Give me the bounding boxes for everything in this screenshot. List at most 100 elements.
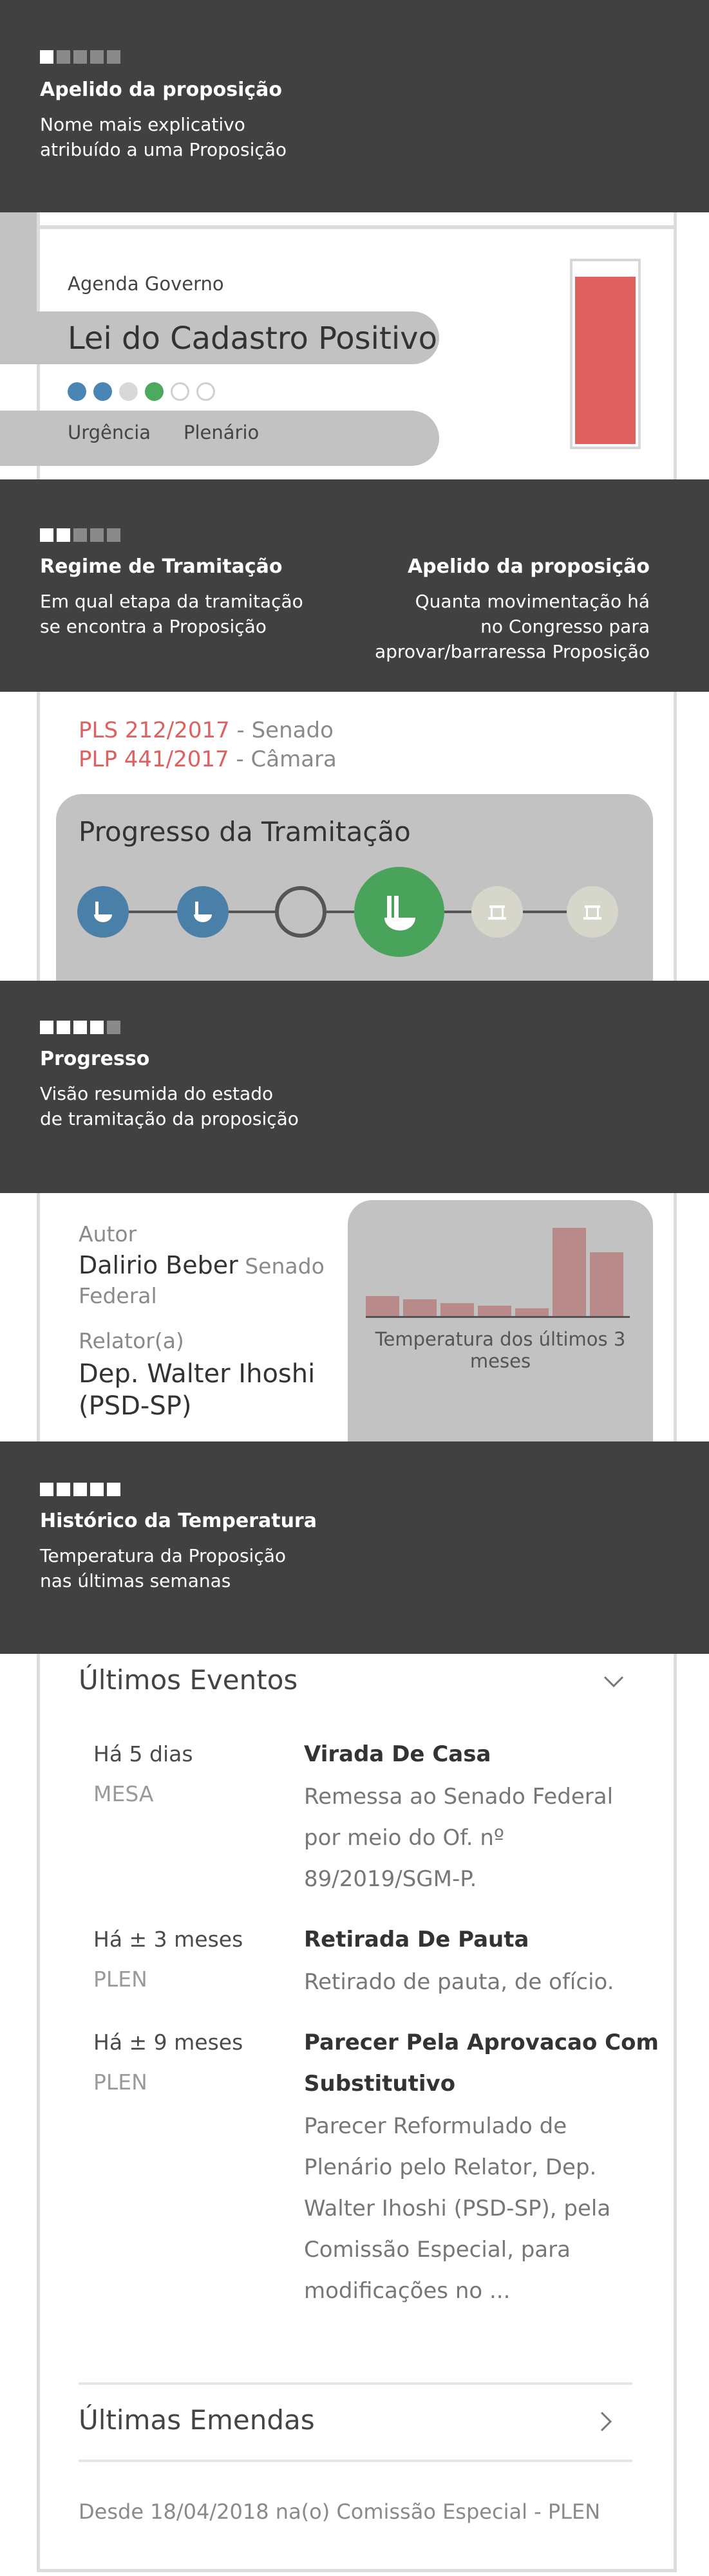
tour-text-line: Em qual etapa da tramitação: [40, 591, 303, 612]
tour-step-square: [107, 50, 120, 64]
progress-stage-empty: [275, 886, 326, 938]
event-date: Há ± 3 meses: [93, 1927, 243, 1952]
tour-step-square: [73, 50, 87, 64]
tour-step-square: [57, 50, 70, 64]
tour-step-square: [40, 528, 53, 542]
temperature-axis: [366, 1316, 630, 1318]
temperature-bar: [590, 1252, 623, 1316]
temperature-bar: [478, 1305, 511, 1316]
tour-text-line: Nome mais explicativo: [40, 114, 245, 135]
tour-step-square: [90, 50, 104, 64]
stage-label: Plenário: [184, 422, 260, 443]
tour-step-square: [73, 1021, 87, 1034]
proposition-code[interactable]: PLS 212/2017: [79, 718, 230, 743]
events-title: Últimos Eventos: [79, 1664, 298, 1696]
tour-text-line: Temperatura da Proposição: [40, 1545, 287, 1566]
temperature-gauge: [570, 259, 641, 449]
sanction-icon: [483, 898, 511, 926]
event-desc-line: Remessa ao Senado Federal: [304, 1784, 614, 1810]
event-title-line: Substitutivo: [304, 2071, 456, 2097]
tour-overlay-regime: Regime de Tramitação Em qual etapa da tr…: [0, 479, 709, 692]
proposition-code[interactable]: PLP 441/2017: [79, 746, 229, 772]
rapporteur-label: Relator(a): [79, 1328, 184, 1353]
tour-step-square: [40, 50, 53, 64]
temperature-gauge-fill: [575, 276, 636, 444]
author-block: Dalirio Beber Senado Federal: [79, 1251, 336, 1310]
header-top-border: [37, 225, 677, 229]
event-date: Há ± 9 meses: [93, 2030, 243, 2055]
tour-step-indicator: [40, 1021, 120, 1034]
tour-step-square: [40, 1483, 53, 1496]
event-title-line: Parecer Pela Aprovacao Com: [304, 2030, 659, 2055]
temperature-bar: [366, 1295, 399, 1316]
temperature-bar: [515, 1308, 549, 1316]
tour-overlay-nickname: Apelido da proposição Nome mais explicat…: [0, 0, 709, 212]
tour-step-square: [90, 1021, 104, 1034]
urgency-dot: [145, 382, 164, 401]
urgency-dot: [171, 382, 189, 401]
proposition-house: - Câmara: [229, 746, 337, 772]
progress-stage-future: [471, 886, 523, 938]
temperature-bar: [440, 1303, 474, 1316]
temperature-bar: [553, 1228, 586, 1316]
tour-text-line: no Congresso para: [480, 616, 650, 637]
tour-step-square: [57, 1483, 70, 1496]
proposition-id-chamber[interactable]: PLP 441/2017 - Câmara: [79, 746, 337, 772]
amendments-footer: Desde 18/04/2018 na(o) Comissão Especial…: [79, 2499, 601, 2524]
proposition-nickname: Lei do Cadastro Positivo: [68, 320, 437, 357]
events-header[interactable]: Últimos Eventos: [79, 1660, 632, 1705]
tour-title-regime: Regime de Tramitação: [40, 555, 283, 578]
tour-step-square: [90, 1483, 104, 1496]
tour-text-line: de tramitação da proposição: [40, 1108, 299, 1129]
tour-overlay-progress: Progresso Visão resumida do estado de tr…: [0, 981, 709, 1193]
tour-title-temperature: Apelido da proposição: [407, 555, 650, 578]
tour-overlay-temperature: Histórico da Temperatura Temperatura da …: [0, 1441, 709, 1654]
tour-text-line: Visão resumida do estado: [40, 1083, 274, 1104]
tour-title: Apelido da proposição: [40, 79, 283, 101]
tour-text-line: aprovar/barraressa Proposição: [375, 641, 650, 662]
tour-text-line: atribuído a uma Proposição: [40, 139, 287, 160]
event-desc-line: por meio do Of. nº: [304, 1825, 504, 1851]
proposition-house: - Senado: [229, 718, 334, 743]
author-name[interactable]: Dalirio Beber: [79, 1251, 238, 1279]
tour-step-indicator: [40, 50, 120, 64]
event-date: Há 5 dias: [93, 1741, 193, 1766]
rapporteur-name[interactable]: Dep. Walter Ihoshi (PSD-SP): [79, 1358, 349, 1422]
event-org: PLEN: [93, 2070, 147, 2095]
tour-step-square: [73, 528, 87, 542]
chamber-icon: [377, 889, 422, 934]
tour-step-square: [90, 528, 104, 542]
tour-step-square: [107, 1483, 120, 1496]
author-label: Autor: [79, 1221, 137, 1246]
event-desc-line: Comissão Especial, para: [304, 2237, 571, 2263]
temperature-caption-line: meses: [469, 1350, 531, 1372]
amendments-title: Últimas Emendas: [79, 2404, 315, 2436]
progress-stage-future: [567, 886, 618, 938]
event-desc-line: 89/2019/SGM-P.: [304, 1866, 477, 1892]
event-desc-line: Retirado de pauta, de ofício.: [304, 1969, 614, 1995]
tour-text-line: nas últimas semanas: [40, 1570, 231, 1591]
tour-step-indicator: [40, 1483, 120, 1496]
temperature-caption-line: Temperatura dos últimos 3: [375, 1328, 626, 1350]
temperature-caption: Temperatura dos últimos 3 meses: [361, 1328, 640, 1372]
sanction-icon: [578, 898, 607, 926]
chevron-down-icon[interactable]: [603, 1674, 625, 1689]
progress-stage-done: [177, 886, 229, 938]
event-desc-line: modificações no ...: [304, 2278, 511, 2304]
amendments-header[interactable]: Últimas Emendas: [79, 2404, 632, 2449]
agenda-label: Agenda Governo: [68, 273, 224, 295]
progress-stage-done: [77, 886, 129, 938]
card-bottom-border: [37, 2569, 677, 2572]
urgency-dot: [93, 382, 112, 401]
tour-step-square: [40, 1021, 53, 1034]
senate-icon: [189, 898, 217, 926]
event-desc-line: Plenário pelo Relator, Dep.: [304, 2154, 597, 2180]
tour-step-square: [107, 1021, 120, 1034]
progress-title: Progresso da Tramitação: [79, 816, 411, 848]
event-title-line: Virada De Casa: [304, 1741, 491, 1767]
event-org: PLEN: [93, 1967, 147, 1992]
chevron-right-icon[interactable]: [599, 2411, 613, 2432]
proposition-id-senate[interactable]: PLS 212/2017 - Senado: [79, 718, 334, 743]
tour-step-square: [57, 1021, 70, 1034]
tour-title: Progresso: [40, 1048, 150, 1070]
